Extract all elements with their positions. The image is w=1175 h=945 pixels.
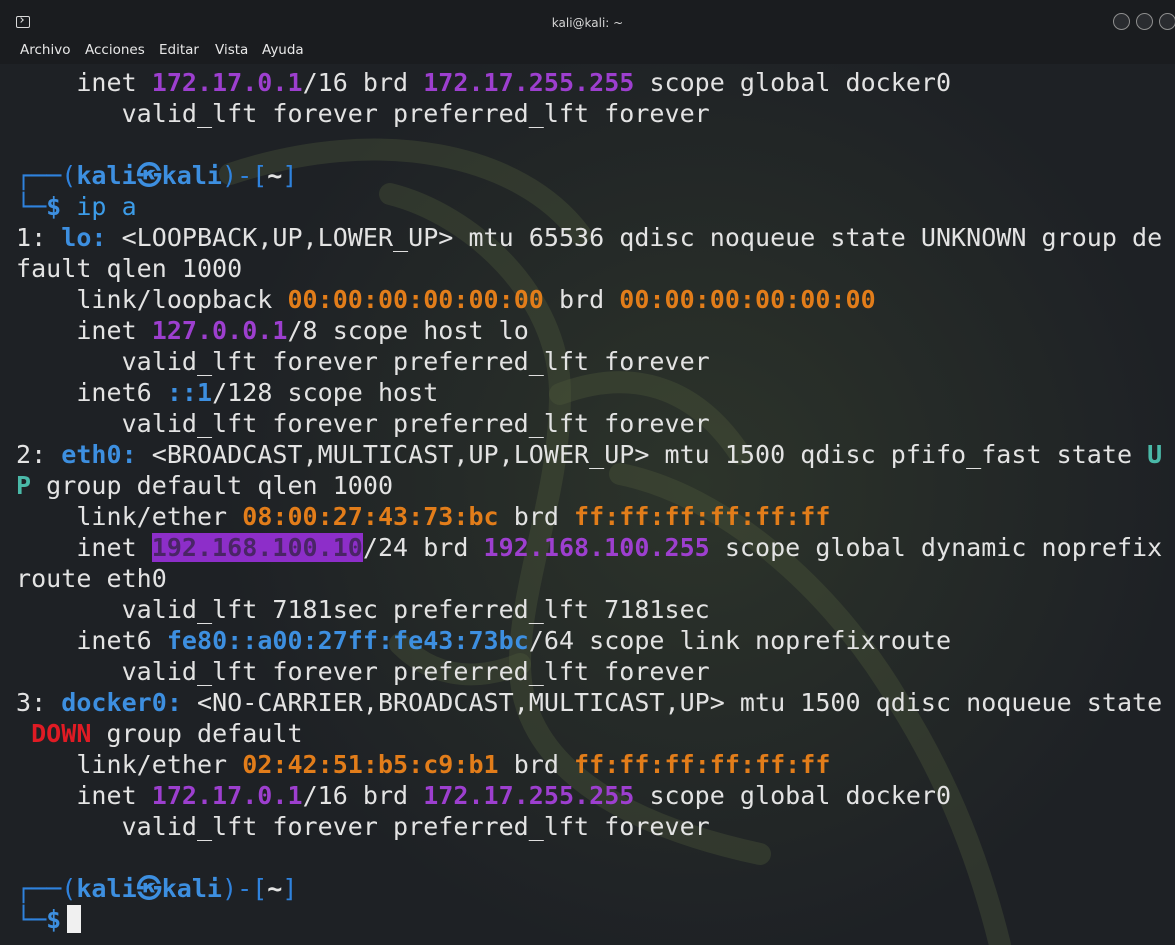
menu-editar[interactable]: Editar	[159, 42, 199, 58]
iface-name: eth0:	[61, 440, 137, 469]
prompt-user: kali	[76, 161, 137, 190]
iface-name: lo:	[61, 223, 107, 252]
menu-vista[interactable]: Vista	[215, 42, 248, 58]
selected-ip-address: 192.168.100.10	[151, 533, 363, 562]
close-button[interactable]	[1159, 13, 1175, 30]
title-bar[interactable]: kali@kali: ~	[0, 0, 1175, 40]
terminal-text: inet 172.17.0.1/16 brd 172.17.255.255 sc…	[16, 68, 1163, 934]
broadcast-address: 172.17.255.255	[423, 68, 635, 97]
command-text: ip a	[61, 192, 137, 221]
ip-address: 172.17.0.1	[151, 68, 303, 97]
menu-ayuda[interactable]: Ayuda	[262, 42, 304, 58]
maximize-button[interactable]	[1136, 13, 1153, 30]
prompt-dir: ~	[267, 161, 283, 190]
prompt-host: kali	[161, 161, 223, 190]
terminal-output-area[interactable]: inet 172.17.0.1/16 brd 172.17.255.255 sc…	[0, 64, 1175, 945]
menu-bar: Archivo Acciones Editar Vista Ayuda	[0, 40, 1175, 64]
text-cursor	[67, 905, 82, 933]
terminal-window: kali@kali: ~ Archivo Acciones Editar Vis…	[0, 0, 1175, 945]
minimize-button[interactable]	[1113, 13, 1130, 30]
menu-acciones[interactable]: Acciones	[85, 42, 145, 58]
window-title: kali@kali: ~	[551, 16, 624, 30]
menu-archivo[interactable]: Archivo	[20, 42, 70, 58]
iface-name: docker0:	[61, 688, 182, 717]
